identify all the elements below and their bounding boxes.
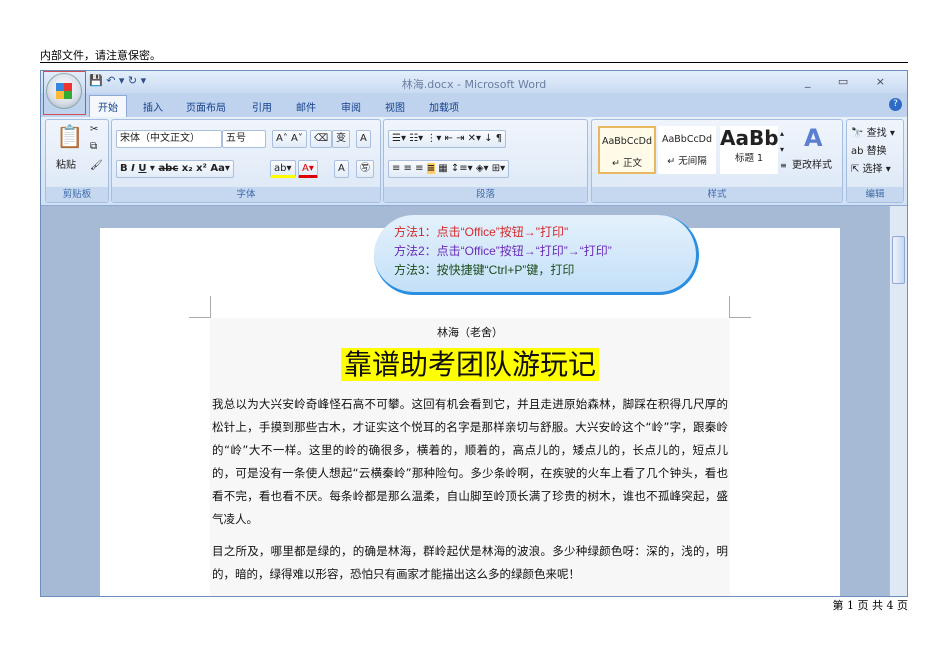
tab-insert[interactable]: 插入	[143, 99, 163, 114]
font-size-select[interactable]: 五号	[222, 130, 266, 148]
tab-page-layout[interactable]: 页面布局	[186, 99, 226, 114]
group-editing: 🔭 查找 ▾ ab 替换 ⇱ 选择 ▾ 编辑	[846, 119, 904, 203]
title-bar: 💾 ↶ ▾ ↻ ▾ 林海.docx - Microsoft Word _ ▭ ×	[41, 71, 907, 93]
paragraph: 我总以为大兴安岭奇峰怪石高不可攀。这回有机会看到它，并且走进原始森林，脚踩在积得…	[212, 397, 728, 526]
text-format-buttons[interactable]: B I U ▾ abc x₂ x² Aa▾	[116, 160, 234, 178]
group-font: 宋体（中文正文） 五号 A˄ A˅ ⌫ 变 A B I U ▾ abc x₂ x…	[111, 119, 381, 203]
help-icon[interactable]: ?	[889, 98, 902, 111]
clear-format-icon[interactable]: ⌫	[310, 130, 333, 148]
align-buttons[interactable]: ≡ ≡ ≡ ≡ ▦ ↕≡▾ ◈▾ ⊞▾	[388, 160, 510, 178]
style-normal[interactable]: AaBbCcDd ↵ 正文	[598, 126, 656, 174]
enclose-char-icon[interactable]: ㊢	[356, 160, 374, 178]
style-no-spacing[interactable]: AaBbCcDd ↵ 无间隔	[658, 126, 716, 174]
copy-icon[interactable]: ⧉	[90, 141, 97, 152]
tab-review[interactable]: 审阅	[341, 99, 361, 114]
group-label: 剪贴板	[46, 187, 108, 202]
header-divider	[40, 62, 908, 63]
margin-corner	[189, 296, 211, 318]
replace-button[interactable]: ab 替换	[851, 142, 887, 157]
list-buttons[interactable]: ☰▾ ☷▾ ⋮▾ ⇤ ⇥ ✕▾ ↓ ¶	[388, 130, 507, 148]
cut-icon[interactable]: ✂	[90, 124, 98, 135]
select-label: 选择	[862, 164, 883, 175]
document-title: 靠谱助考团队游玩记	[340, 348, 599, 381]
grow-font-icon[interactable]: A˄ A˅	[272, 130, 307, 148]
font-color-icon[interactable]: A▾	[298, 160, 318, 178]
vertical-scrollbar[interactable]	[889, 206, 907, 596]
paste-icon: 📋	[56, 125, 84, 150]
find-button[interactable]: 🔭 查找 ▾	[851, 124, 895, 139]
word-window: 💾 ↶ ▾ ↻ ▾ 林海.docx - Microsoft Word _ ▭ ×…	[40, 70, 908, 597]
paste-button[interactable]: 粘贴	[56, 156, 76, 171]
scrollbar-thumb[interactable]	[892, 236, 905, 284]
style-name: ↵ 正文	[612, 158, 642, 169]
group-styles: AaBbCcDd ↵ 正文 AaBbCcDd ↵ 无间隔 AaBb 标题 1 ▴ ▾ ≡ …	[591, 119, 843, 203]
office-button-highlight	[43, 71, 86, 115]
replace-label: 替换	[866, 146, 887, 157]
style-name: ↵ 无间隔	[667, 156, 707, 167]
window-controls[interactable]: _ ▭ ×	[805, 75, 897, 88]
group-label: 样式	[592, 187, 842, 202]
tab-mailings[interactable]: 邮件	[296, 99, 316, 114]
group-paragraph: ☰▾ ☷▾ ⋮▾ ⇤ ⇥ ✕▾ ↓ ¶ ≡ ≡ ≡ ≡ ▦ ↕≡▾ ◈▾ ⊞▾ …	[383, 119, 588, 203]
tab-references[interactable]: 引用	[252, 99, 272, 114]
change-styles-icon: A	[804, 124, 823, 152]
style-preview: AaBb	[720, 126, 779, 150]
callout-method-1: 方法1：点击“Office”按钮→"打印"	[394, 225, 569, 239]
style-preview: AaBbCcDd	[601, 136, 653, 147]
page-footer: 第 1 页 共 4 页	[832, 599, 908, 612]
document-header: 内部文件，请注意保密。	[40, 49, 161, 62]
print-methods-callout: 方法1：点击“Office”按钮→"打印" 方法2：点击“Office”按钮→“…	[374, 215, 699, 295]
change-styles-button[interactable]: 更改样式	[792, 156, 832, 171]
ribbon: 📋 粘贴 ✂ ⧉ 🖌 剪贴板 宋体（中文正文） 五号 A˄ A˅ ⌫ 变 A B…	[41, 117, 907, 206]
window-title: 林海.docx - Microsoft Word	[401, 78, 547, 91]
tab-home[interactable]: 开始	[89, 95, 127, 117]
callout-method-3: 方法3：按快捷键“Ctrl+P”键，打印	[394, 263, 575, 277]
format-painter-icon[interactable]: 🖌	[90, 160, 103, 171]
tab-addins[interactable]: 加载项	[429, 99, 459, 114]
style-preview: AaBbCcDd	[661, 134, 713, 145]
ribbon-tabs: 开始 插入 页面布局 引用 邮件 审阅 视图 加载项 ?	[41, 93, 907, 117]
callout-method-2: 方法2：点击“Office”按钮→“打印”→“打印”	[394, 244, 612, 258]
find-label: 查找	[866, 128, 887, 139]
document-author: 林海（老舍）	[437, 326, 503, 339]
paragraph: 目之所及，哪里都是绿的，的确是林海，群岭起伏是林海的波浪。多少种绿颜色呀：深的，…	[212, 544, 728, 581]
char-border-icon[interactable]: A	[356, 130, 371, 148]
style-heading-1[interactable]: AaBb 标题 1	[720, 126, 779, 174]
tab-view[interactable]: 视图	[385, 99, 405, 114]
margin-corner	[729, 296, 751, 318]
select-button[interactable]: ⇱ 选择 ▾	[851, 160, 891, 175]
styles-scroll-icon[interactable]: ▴ ▾ ≡	[780, 126, 787, 174]
phonetic-guide-icon[interactable]: 变	[332, 130, 350, 148]
style-name: 标题 1	[734, 153, 764, 164]
group-label: 段落	[384, 187, 587, 202]
highlight-icon[interactable]: ab▾	[270, 160, 296, 178]
document-body[interactable]: 林海（老舍） 靠谱助考团队游玩记 我总以为大兴安岭奇峰怪石高不可攀。这回有机会看…	[210, 318, 730, 596]
group-clipboard: 📋 粘贴 ✂ ⧉ 🖌 剪贴板	[45, 119, 109, 203]
group-label: 字体	[112, 187, 380, 202]
font-name-select[interactable]: 宋体（中文正文）	[116, 130, 222, 148]
group-label: 编辑	[847, 187, 903, 202]
char-shading-icon[interactable]: A	[334, 160, 349, 178]
